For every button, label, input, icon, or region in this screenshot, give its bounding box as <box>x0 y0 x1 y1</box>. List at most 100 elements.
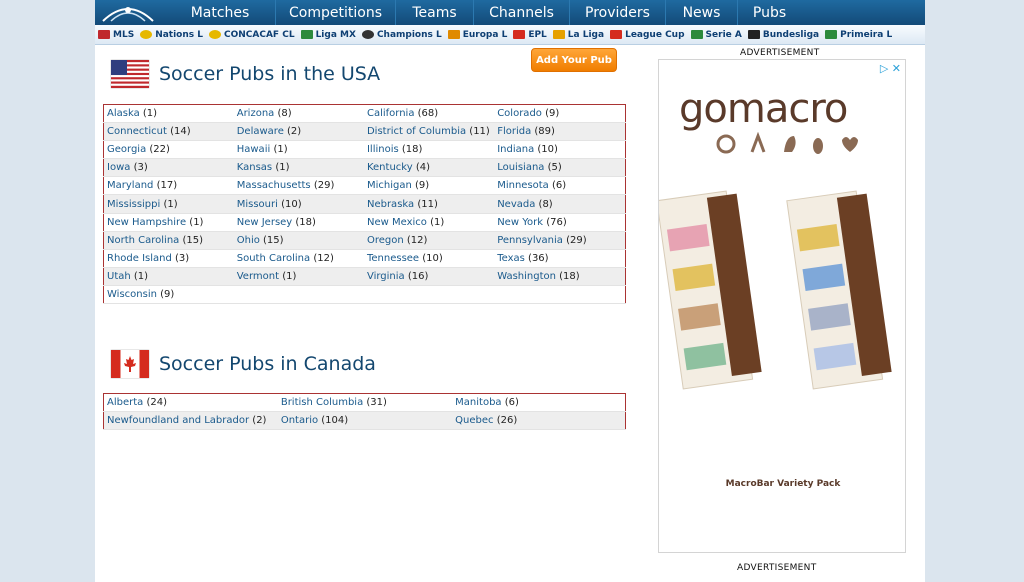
region-link[interactable]: Utah <box>107 271 131 282</box>
region-link[interactable]: Rhode Island <box>107 253 172 264</box>
region-link[interactable]: Tennessee <box>367 253 419 264</box>
nav-pubs[interactable]: Pubs <box>737 0 801 25</box>
region-link[interactable]: Nebraska <box>367 199 414 210</box>
region-link[interactable]: District of Columbia <box>367 126 466 137</box>
nav-providers[interactable]: Providers <box>569 0 665 25</box>
region-link[interactable]: Wisconsin <box>107 289 157 300</box>
pub-count: (12) <box>406 234 428 246</box>
league-item[interactable]: Primeira L <box>825 30 892 40</box>
add-your-pub-button[interactable]: Add Your Pub <box>531 48 617 72</box>
region-cell: Indiana (10) <box>494 140 626 160</box>
germany-flag-icon <box>747 30 760 39</box>
league-item[interactable]: Liga MX <box>300 30 356 40</box>
region-link[interactable]: New York <box>497 217 543 228</box>
region-link[interactable]: California <box>367 108 415 119</box>
top-navigation: Matches Competitions Teams Channels Prov… <box>95 0 925 25</box>
region-link[interactable]: Arizona <box>237 108 275 119</box>
region-link[interactable]: Indiana <box>497 144 534 155</box>
region-cell: California (68) <box>363 104 495 124</box>
region-link[interactable]: Michigan <box>367 180 412 191</box>
nav-matches[interactable]: Matches <box>165 0 275 25</box>
pub-count: (11) <box>417 198 438 210</box>
region-link[interactable]: Alaska <box>107 108 140 119</box>
table-row: Rhode Island (3) South Carolina (12) Tenne… <box>103 249 626 268</box>
region-cell: Mississippi (1) <box>103 194 234 214</box>
pub-count: (2) <box>287 126 302 138</box>
league-label: La Liga <box>567 29 605 40</box>
pub-count: (3) <box>133 162 148 174</box>
league-item[interactable]: MLS <box>98 30 134 40</box>
league-label: Primeira L <box>840 29 893 40</box>
region-link[interactable]: Nevada <box>497 199 535 210</box>
region-link[interactable]: Maryland <box>107 180 153 191</box>
league-item[interactable]: Champions L <box>361 29 442 40</box>
region-link[interactable]: Quebec <box>455 415 493 426</box>
region-link[interactable]: Illinois <box>367 144 399 155</box>
region-link[interactable]: Connecticut <box>107 126 167 137</box>
region-link[interactable]: Oregon <box>367 235 404 246</box>
league-item[interactable]: Serie A <box>690 30 742 40</box>
region-link[interactable]: Minnesota <box>497 180 549 191</box>
region-cell: Nebraska (11) <box>363 194 495 214</box>
region-link[interactable]: New Mexico <box>367 217 427 228</box>
table-row: New Hampshire (1) New Jersey (18) New Mexi… <box>103 213 626 232</box>
region-cell: Hawaii (1) <box>233 140 364 160</box>
nav-channels[interactable]: Channels <box>473 0 569 25</box>
league-item[interactable]: Bundesliga <box>747 30 819 40</box>
italy-flag-icon <box>690 30 703 39</box>
league-label: Champions L <box>376 29 442 40</box>
advertisement[interactable]: ▷ ✕ gomacro MacroBar Variety Pack <box>658 59 906 553</box>
league-item[interactable]: League Cup <box>610 30 685 40</box>
pub-count: (29) <box>313 180 335 192</box>
region-link[interactable]: Kansas <box>237 162 272 173</box>
region-link[interactable]: Virginia <box>367 271 405 282</box>
region-cell: Nevada (8) <box>494 194 626 214</box>
region-link[interactable]: Louisiana <box>497 162 544 173</box>
league-item[interactable]: EPL <box>513 30 547 40</box>
ad-choices-icon[interactable]: ▷ ✕ <box>880 62 901 75</box>
region-link[interactable]: Florida <box>497 126 531 137</box>
league-item[interactable]: La Liga <box>552 29 605 40</box>
region-link[interactable]: Georgia <box>107 144 146 155</box>
league-item[interactable]: CONCACAF CL <box>209 30 295 40</box>
region-link[interactable]: Massachusetts <box>237 180 311 191</box>
region-cell: New York (76) <box>494 213 626 232</box>
region-link[interactable]: New Jersey <box>237 217 292 228</box>
region-link[interactable]: Ontario <box>281 415 318 426</box>
us-flag-icon <box>98 30 110 39</box>
table-row: Alaska (1) Arizona (8) California (68) Colo… <box>103 104 626 124</box>
region-link[interactable]: New Hampshire <box>107 217 186 228</box>
nav-teams[interactable]: Teams <box>395 0 473 25</box>
league-item[interactable]: Europa L <box>447 30 507 40</box>
region-link[interactable]: Vermont <box>237 271 279 282</box>
region-link[interactable]: Delaware <box>237 126 284 137</box>
region-link[interactable]: Alberta <box>107 397 143 408</box>
nav-competitions[interactable]: Competitions <box>275 0 395 25</box>
region-link[interactable]: Ohio <box>237 235 260 246</box>
pub-count: (6) <box>504 397 519 409</box>
pub-count: (18) <box>401 144 423 156</box>
region-link[interactable]: Missouri <box>237 199 278 210</box>
region-link[interactable]: South Carolina <box>237 253 310 264</box>
region-link[interactable]: Pennsylvania <box>497 235 563 246</box>
region-link[interactable]: Mississippi <box>107 199 160 210</box>
region-link[interactable]: British Columbia <box>281 397 363 408</box>
england-flag-icon <box>513 30 526 39</box>
canada-heading: Soccer Pubs in Canada <box>111 350 376 378</box>
site-logo[interactable] <box>95 0 165 25</box>
region-link[interactable]: Kentucky <box>367 162 413 173</box>
region-link[interactable]: Washington <box>497 271 556 282</box>
nav-news[interactable]: News <box>665 0 737 25</box>
region-link[interactable]: North Carolina <box>107 235 179 246</box>
table-row: Mississippi (1) Missouri (10) Nebraska (11… <box>103 194 626 214</box>
region-link[interactable]: Newfoundland and Labrador <box>107 415 249 426</box>
pub-count: (9) <box>545 108 560 120</box>
region-link[interactable]: Manitoba <box>455 397 501 408</box>
pub-count: (1) <box>282 270 297 282</box>
region-link[interactable]: Iowa <box>107 162 130 173</box>
region-link[interactable]: Hawaii <box>237 144 271 155</box>
region-link[interactable]: Colorado <box>497 108 542 119</box>
region-link[interactable]: Texas <box>497 253 525 264</box>
mexico-flag-icon <box>300 30 313 39</box>
league-item[interactable]: Nations L <box>140 30 203 40</box>
